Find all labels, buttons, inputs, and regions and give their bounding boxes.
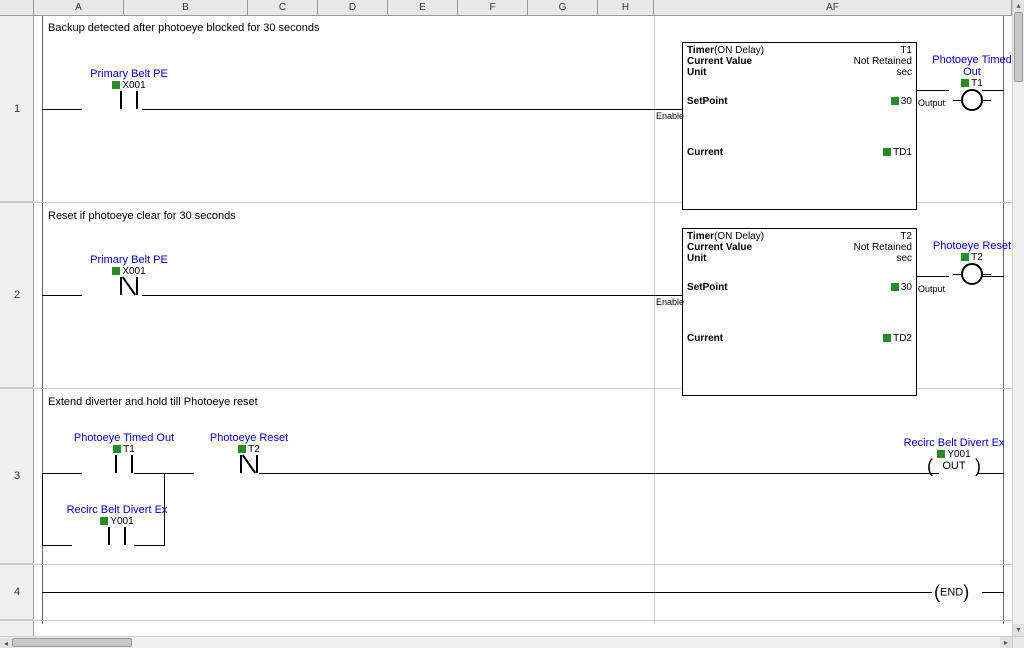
contact-address: X001 xyxy=(74,80,184,91)
col-AF[interactable]: AF xyxy=(654,0,1012,15)
corner-cell xyxy=(0,0,34,15)
column-divider xyxy=(654,16,655,624)
col-D[interactable]: D xyxy=(318,0,388,15)
rung2-contact-nc[interactable]: Primary Belt PE X001 xyxy=(74,254,184,295)
row-2[interactable]: 2 xyxy=(0,202,34,388)
col-H[interactable]: H xyxy=(598,0,654,15)
rung1-output-coil[interactable]: Photoeye Timed Out T1 xyxy=(922,54,1022,111)
col-B[interactable]: B xyxy=(124,0,248,15)
contact-label: Primary Belt PE xyxy=(74,68,184,80)
col-E[interactable]: E xyxy=(388,0,458,15)
coil-address: Y001 xyxy=(894,449,1014,460)
rung3-output-coil[interactable]: Recirc Belt Divert Ex Y001 ( OUT ) xyxy=(894,437,1014,472)
contact-label: Primary Belt PE xyxy=(74,254,184,266)
rung3-comment: Extend diverter and hold till Photoeye r… xyxy=(48,396,258,408)
column-header: A B C D E F G H AF xyxy=(0,0,1012,16)
status-icon xyxy=(112,81,120,89)
vertical-scrollbar[interactable]: ▴ ▾ xyxy=(1012,0,1024,636)
scroll-right-icon[interactable]: ▸ xyxy=(1000,637,1012,648)
horizontal-scrollbar[interactable]: ◂ ▸ xyxy=(0,636,1012,648)
rung1-timer-block[interactable]: Timer(ON Delay)T1 Current ValueNot Retai… xyxy=(682,42,917,210)
scroll-down-icon[interactable]: ▾ xyxy=(1013,624,1024,636)
row-1[interactable]: 1 xyxy=(0,16,34,202)
coil-address: T1 xyxy=(922,78,1022,89)
col-G[interactable]: G xyxy=(528,0,598,15)
enable-label: Enable xyxy=(656,297,684,307)
vscroll-thumb[interactable] xyxy=(1014,12,1023,82)
rung3-branch-contact[interactable]: Recirc Belt Divert Ex Y001 xyxy=(52,504,182,545)
contact-address: T1 xyxy=(64,444,184,455)
row-4[interactable]: 4 xyxy=(0,564,34,620)
coil-label: Photoeye Timed Out xyxy=(922,54,1022,78)
contact-address: Y001 xyxy=(52,516,182,527)
contact-label: Recirc Belt Divert Ex xyxy=(52,504,182,516)
contact-label: Photoeye Timed Out xyxy=(64,432,184,444)
coil-label: Photoeye Reset xyxy=(922,240,1022,252)
rung1-contact-no[interactable]: Primary Belt PE X001 xyxy=(74,68,184,109)
row-gutter: 1 2 3 4 xyxy=(0,16,34,636)
row-3[interactable]: 3 xyxy=(0,388,34,564)
contact-label: Photoeye Reset xyxy=(194,432,304,444)
coil-address: T2 xyxy=(922,252,1022,263)
enable-label: Enable xyxy=(656,111,684,121)
rung2-timer-block[interactable]: Timer(ON Delay)T2 Current ValueNot Retai… xyxy=(682,228,917,396)
rung1-comment: Backup detected after photoeye blocked f… xyxy=(48,22,320,34)
rung3-contact-reset-nc[interactable]: Photoeye Reset T2 xyxy=(194,432,304,473)
scroll-up-icon[interactable]: ▴ xyxy=(1013,0,1024,12)
ladder-editor: A B C D E F G H AF 1 2 3 4 Backup detect… xyxy=(0,0,1024,648)
hscroll-thumb[interactable] xyxy=(12,638,132,647)
rung3-contact-timedout[interactable]: Photoeye Timed Out T1 xyxy=(64,432,184,473)
rung2-comment: Reset if photoeye clear for 30 seconds xyxy=(48,210,236,222)
output-label: Output xyxy=(918,284,945,294)
coil-label: Recirc Belt Divert Ex xyxy=(894,437,1014,449)
scrollbar-corner xyxy=(1012,636,1024,648)
scroll-left-icon[interactable]: ◂ xyxy=(0,638,12,648)
rung2-output-coil[interactable]: Photoeye Reset T2 xyxy=(922,240,1022,285)
col-A[interactable]: A xyxy=(34,0,124,15)
rung4-end: (END) xyxy=(934,582,969,603)
ladder-canvas[interactable]: Backup detected after photoeye blocked f… xyxy=(34,16,1012,636)
col-F[interactable]: F xyxy=(458,0,528,15)
col-C[interactable]: C xyxy=(248,0,318,15)
